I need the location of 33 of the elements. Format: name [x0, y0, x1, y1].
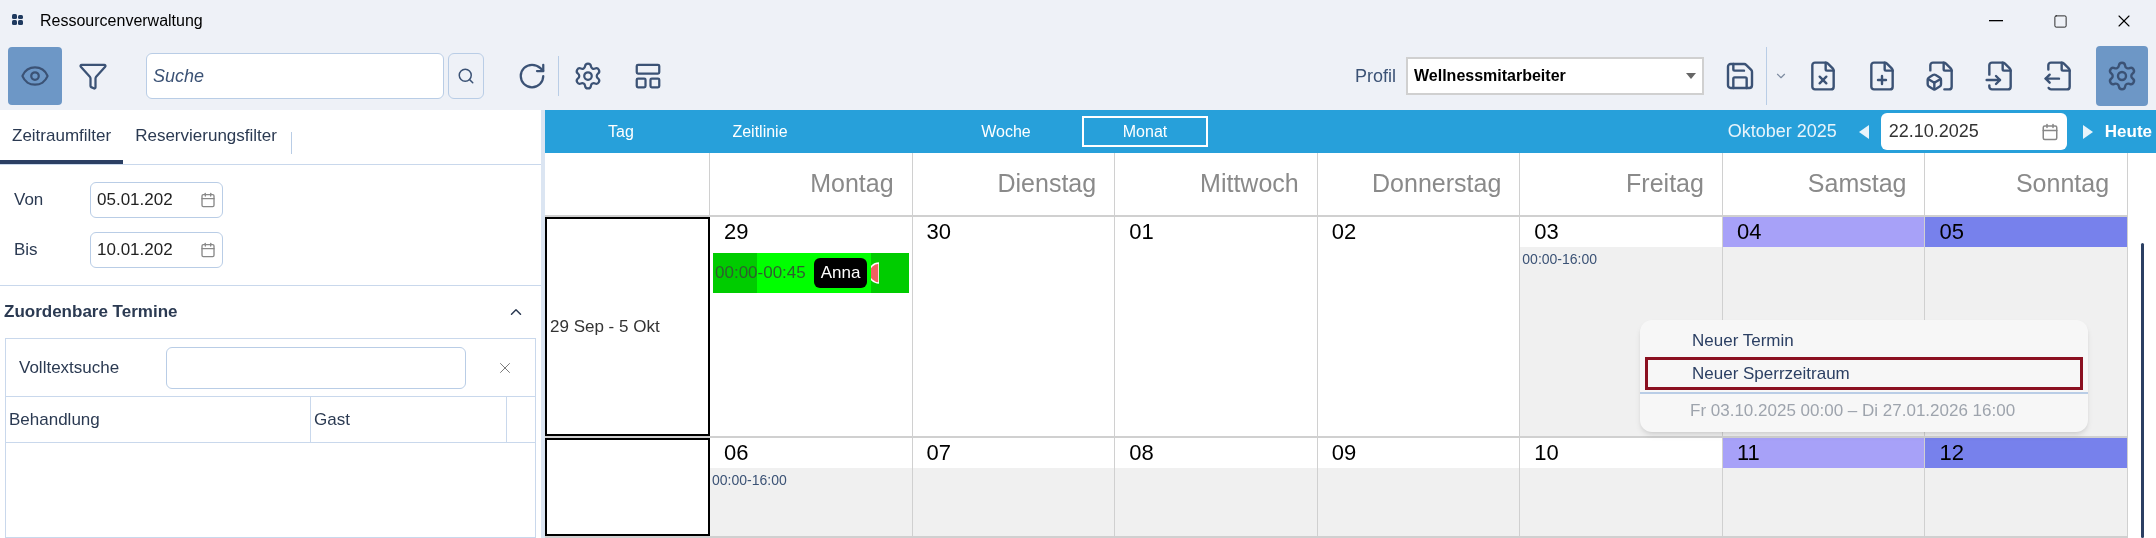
day-number: 05: [1939, 221, 1964, 243]
day-number: 10: [1534, 442, 1559, 464]
day-number: 01: [1129, 221, 1154, 243]
fulltext-search-label: Volltextsuche: [18, 356, 121, 379]
day-number: 06: [724, 442, 749, 464]
window-title: Ressourcenverwaltung: [40, 11, 203, 31]
day-number: 04: [1736, 221, 1762, 243]
week-label: 29 Sep - 5 Okt: [550, 315, 660, 338]
date-label: Von: [13, 189, 45, 212]
weekday-header: Mittwoch: [1200, 168, 1299, 200]
weekday-header: Montag: [810, 168, 894, 200]
weekday-header: Freitag: [1626, 168, 1704, 200]
day-number: 03: [1534, 221, 1559, 243]
day-number: 08: [1129, 442, 1154, 464]
day-number: 07: [926, 442, 952, 464]
guest-badge: Anna: [813, 258, 868, 288]
day-number: 29: [724, 221, 749, 243]
profile-label: Profil: [1355, 64, 1396, 88]
blocked-time: 00:00-16:00: [711, 471, 788, 490]
month-label: Oktober 2025: [1727, 120, 1837, 143]
day-number: 12: [1939, 442, 1964, 464]
section-title: Zuordenbare Termine: [4, 301, 178, 324]
weekday-header: Dienstag: [997, 168, 1097, 200]
day-number: 30: [926, 221, 952, 243]
weekday-header: Sonntag: [2015, 168, 2110, 200]
day-number: 02: [1331, 221, 1357, 243]
date-label: Bis: [13, 239, 39, 262]
day-number: 11: [1736, 442, 1760, 464]
day-number: 09: [1331, 442, 1357, 464]
weekday-header: Donnerstag: [1372, 168, 1502, 200]
blocked-time: 00:00-16:00: [1521, 250, 1599, 269]
weekday-header: Samstag: [1807, 168, 1907, 200]
appointment-time: 00:00-00:45: [714, 262, 806, 285]
